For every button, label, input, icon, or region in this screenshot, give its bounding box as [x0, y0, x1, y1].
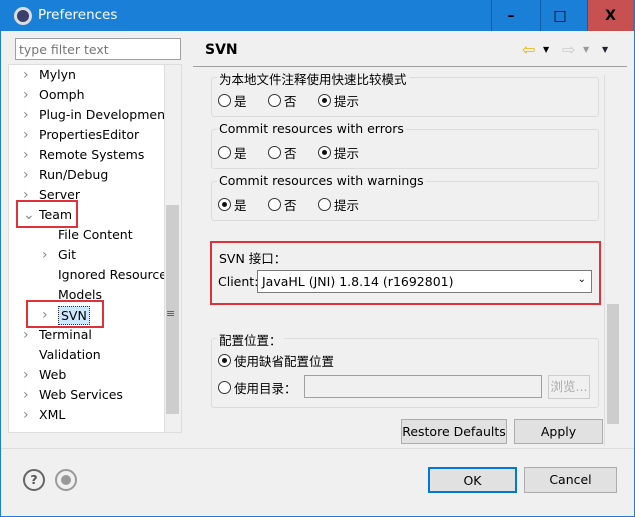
ok-button[interactable]: OK	[428, 467, 517, 493]
forward-dropdown-icon[interactable]: ▼	[583, 45, 589, 54]
group-label: 为本地文件注释使用快速比较模式	[217, 69, 409, 88]
page-title: SVN	[205, 42, 238, 58]
radio-option[interactable]: 是	[218, 195, 247, 214]
highlight-team	[16, 200, 78, 228]
chevron-right-icon[interactable]: ›	[23, 125, 33, 145]
browse-button[interactable]: 浏览...	[548, 375, 590, 399]
client-value: JavaHL (JNI) 1.8.14 (r1692801)	[262, 274, 454, 289]
chevron-right-icon[interactable]: ›	[23, 365, 33, 385]
forward-arrow-icon[interactable]: ⇨	[562, 40, 575, 59]
radio-circle	[268, 94, 281, 107]
highlight-svn	[26, 300, 104, 328]
grip-icon: ≡	[166, 307, 176, 320]
radio-label: 否	[284, 198, 297, 213]
radio-option[interactable]: 提示	[318, 143, 359, 162]
radio-circle	[318, 146, 331, 159]
back-dropdown-icon[interactable]: ▼	[543, 45, 549, 54]
chevron-right-icon[interactable]: ›	[23, 325, 33, 345]
radio-option[interactable]: 是	[218, 143, 247, 162]
apply-button[interactable]: Apply	[514, 419, 603, 444]
radio-circle	[218, 146, 231, 159]
group-label: Commit resources with warnings	[217, 173, 426, 188]
tree-item-label: Remote Systems	[39, 147, 145, 162]
client-select[interactable]: JavaHL (JNI) 1.8.14 (r1692801) ⌄	[257, 270, 592, 293]
chevron-right-icon[interactable]: ›	[23, 105, 33, 125]
radio-label: 提示	[334, 94, 360, 109]
radio-label: 否	[284, 94, 297, 109]
chevron-right-icon[interactable]: ›	[23, 145, 33, 165]
client-label: Client:	[218, 274, 259, 289]
close-button[interactable]: X	[587, 0, 633, 31]
page-scrollbar-thumb[interactable]	[607, 304, 619, 424]
radio-circle	[318, 198, 331, 211]
radio-circle	[218, 381, 231, 394]
view-menu-icon[interactable]: ▼	[602, 45, 608, 54]
tree-item-label: Oomph	[39, 87, 85, 102]
radio-label: 否	[284, 146, 297, 161]
tree-item-label: File Content	[58, 227, 133, 242]
tree-item-label: Git	[58, 247, 77, 262]
back-arrow-icon[interactable]: ⇦	[522, 40, 535, 59]
minimize-button[interactable]: –	[491, 0, 530, 31]
title-bar: Preferences – □ X	[0, 0, 635, 32]
radio-circle	[268, 198, 281, 211]
chevron-right-icon[interactable]: ›	[23, 385, 33, 405]
record-icon[interactable]	[55, 469, 77, 491]
radio-option[interactable]: 提示	[318, 91, 359, 110]
tree-item-label: XML	[39, 407, 66, 422]
tree-item-label: Plug-in Development	[39, 107, 170, 122]
radio-option[interactable]: 否	[268, 143, 297, 162]
tree-item-label: Mylyn	[39, 67, 76, 82]
header-separator	[193, 66, 627, 67]
radio-circle	[218, 354, 231, 367]
radio-label: 是	[234, 146, 247, 161]
radio-label: 使用缺省配置位置	[234, 354, 335, 369]
radio-label: 提示	[334, 146, 360, 161]
filter-input[interactable]	[15, 38, 181, 60]
tree-item-label: Terminal	[39, 327, 92, 342]
svn-interface-label: SVN 接口：	[219, 251, 287, 266]
radio-option[interactable]: 否	[268, 195, 297, 214]
radio-default-config[interactable]: 使用缺省配置位置	[218, 351, 334, 370]
radio-circle	[218, 94, 231, 107]
cancel-button[interactable]: Cancel	[524, 467, 617, 493]
restore-defaults-button[interactable]: Restore Defaults	[401, 419, 507, 444]
tree-item-label: PropertiesEditor	[39, 127, 140, 142]
chevron-right-icon[interactable]: ›	[23, 85, 33, 105]
maximize-button[interactable]: □	[540, 0, 579, 31]
dir-input[interactable]	[304, 375, 542, 398]
radio-circle	[268, 146, 281, 159]
radio-use-dir[interactable]: 使用目录：	[218, 378, 297, 397]
chevron-down-icon: ⌄	[577, 274, 586, 285]
group-label: Commit resources with errors	[217, 121, 406, 136]
radio-label: 提示	[334, 198, 360, 213]
window-title: Preferences	[38, 7, 118, 23]
radio-label: 是	[234, 198, 247, 213]
chevron-right-icon[interactable]: ›	[42, 245, 52, 265]
chevron-right-icon[interactable]: ›	[23, 165, 33, 185]
radio-option[interactable]: 提示	[318, 195, 359, 214]
radio-label: 是	[234, 94, 247, 109]
chevron-right-icon[interactable]: ›	[23, 65, 33, 85]
tree-item-label: Ignored Resources	[58, 267, 174, 282]
chevron-right-icon[interactable]: ›	[23, 405, 33, 425]
radio-label: 使用目录：	[234, 381, 297, 396]
tree-item-label: Web	[39, 367, 67, 382]
radio-option[interactable]: 是	[218, 91, 247, 110]
tree-item-label: Run/Debug	[39, 167, 109, 182]
tree-item-label: Validation	[39, 347, 101, 362]
radio-circle	[218, 198, 231, 211]
radio-option[interactable]: 否	[268, 91, 297, 110]
footer-separator	[1, 448, 634, 449]
preference-tree: › Mylyn › Oomph › Plug-in Development › Propert…	[8, 64, 182, 433]
radio-circle	[318, 94, 331, 107]
eclipse-gear-icon	[14, 7, 32, 25]
tree-item-label: Web Services	[39, 387, 123, 402]
config-label: 配置位置：	[217, 330, 284, 349]
help-icon[interactable]: ?	[23, 469, 45, 491]
